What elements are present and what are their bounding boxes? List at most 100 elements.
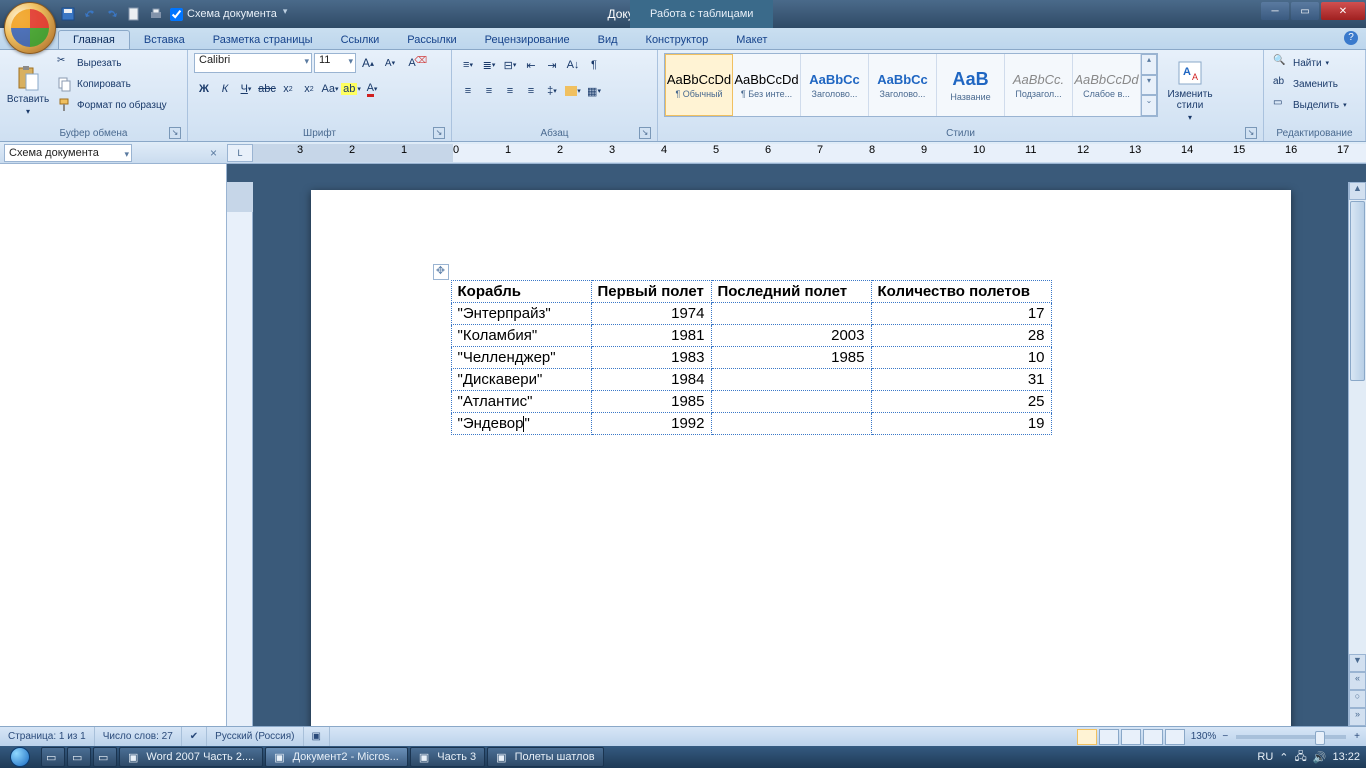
table-cell[interactable] xyxy=(711,391,871,413)
table-header[interactable]: Первый полет xyxy=(591,281,711,303)
italic-button[interactable]: К xyxy=(215,79,235,99)
align-center-button[interactable]: ≡ xyxy=(479,81,499,101)
tab-insert[interactable]: Вставка xyxy=(130,31,199,49)
borders-button[interactable]: ▦▾ xyxy=(584,81,604,101)
start-button[interactable] xyxy=(0,746,40,768)
status-macro[interactable]: ▣ xyxy=(304,727,330,746)
tray-volume-icon[interactable]: 🔊 xyxy=(1313,751,1327,764)
table-cell[interactable]: "Челленджер" xyxy=(451,347,591,369)
table-row[interactable]: "Челленджер"1983198510 xyxy=(451,347,1051,369)
paragraph-launcher[interactable]: ↘ xyxy=(639,127,651,139)
taskbar-quick-launch[interactable]: ▭ xyxy=(93,747,117,767)
paste-button[interactable]: Вставить ▾ xyxy=(6,53,50,127)
style-item[interactable]: AaBbCcDd¶ Обычный xyxy=(665,54,733,116)
table-cell[interactable]: "Энтерпрайз" xyxy=(451,303,591,325)
highlight-button[interactable]: ab▾ xyxy=(341,79,361,99)
table-header[interactable]: Количество полетов xyxy=(871,281,1051,303)
tab-mailings[interactable]: Рассылки xyxy=(393,31,470,49)
redo-icon[interactable] xyxy=(104,6,120,22)
status-page[interactable]: Страница: 1 из 1 xyxy=(0,727,95,746)
taskbar-quick-launch[interactable]: ▭ xyxy=(67,747,91,767)
table-cell[interactable]: 10 xyxy=(871,347,1051,369)
table-cell[interactable]: 2003 xyxy=(711,325,871,347)
maximize-button[interactable]: ▭ xyxy=(1291,2,1319,20)
style-item[interactable]: AaBbCcDd¶ Без инте... xyxy=(733,54,801,116)
style-item[interactable]: АаВНазвание xyxy=(937,54,1005,116)
scroll-down-button[interactable]: ▼ xyxy=(1349,654,1366,672)
tab-view[interactable]: Вид xyxy=(584,31,632,49)
grow-font-button[interactable]: A▴ xyxy=(358,53,378,73)
new-icon[interactable] xyxy=(126,6,142,22)
find-button[interactable]: 🔍Найти▾ xyxy=(1270,53,1350,73)
table-row[interactable]: "Энтерпрайз"197417 xyxy=(451,303,1051,325)
font-size-combo[interactable]: 11 xyxy=(314,53,356,73)
quick-print-icon[interactable] xyxy=(148,6,164,22)
zoom-out-button[interactable]: − xyxy=(1222,731,1228,742)
table-cell[interactable]: 28 xyxy=(871,325,1051,347)
style-item[interactable]: AaBbCcЗаголово... xyxy=(869,54,937,116)
increase-indent-button[interactable]: ⇥ xyxy=(542,55,562,75)
page-scroll[interactable]: КорабльПервый полетПоследний полетКоличе… xyxy=(253,182,1348,726)
table-cell[interactable] xyxy=(711,303,871,325)
view-web-layout-button[interactable] xyxy=(1121,729,1141,745)
document-table[interactable]: КорабльПервый полетПоследний полетКоличе… xyxy=(451,280,1052,435)
tab-selector[interactable]: L xyxy=(227,144,253,162)
taskbar-item[interactable]: ▣Документ2 - Micros... xyxy=(265,747,408,767)
tab-table-layout[interactable]: Макет xyxy=(722,31,781,49)
view-full-screen-button[interactable] xyxy=(1099,729,1119,745)
subscript-button[interactable]: x2 xyxy=(278,79,298,99)
decrease-indent-button[interactable]: ⇤ xyxy=(521,55,541,75)
help-icon[interactable]: ? xyxy=(1344,31,1358,45)
table-cell[interactable]: "Эндевор" xyxy=(451,413,591,435)
font-launcher[interactable]: ↘ xyxy=(433,127,445,139)
clipboard-launcher[interactable]: ↘ xyxy=(169,127,181,139)
replace-button[interactable]: abЗаменить xyxy=(1270,74,1350,94)
tab-page-layout[interactable]: Разметка страницы xyxy=(199,31,327,49)
undo-icon[interactable] xyxy=(82,6,98,22)
vertical-ruler[interactable] xyxy=(227,182,253,726)
table-cell[interactable]: 19 xyxy=(871,413,1051,435)
bold-button[interactable]: Ж xyxy=(194,79,214,99)
table-header[interactable]: Последний полет xyxy=(711,281,871,303)
gallery-scroll-button[interactable]: ▴ xyxy=(1141,54,1157,75)
taskbar-quick-launch[interactable]: ▭ xyxy=(41,747,65,767)
bullets-button[interactable]: ≡▾ xyxy=(458,55,478,75)
copy-button[interactable]: Копировать xyxy=(54,74,170,94)
shrink-font-button[interactable]: A▾ xyxy=(380,53,400,73)
status-words[interactable]: Число слов: 27 xyxy=(95,727,182,746)
justify-button[interactable]: ≡ xyxy=(521,81,541,101)
scroll-thumb[interactable] xyxy=(1350,201,1365,381)
table-cell[interactable] xyxy=(711,369,871,391)
table-cell[interactable]: 1992 xyxy=(591,413,711,435)
tray-clock[interactable]: 13:22 xyxy=(1332,751,1360,763)
taskbar-item[interactable]: ▣Полеты шатлов xyxy=(487,747,603,767)
table-cell[interactable]: 1984 xyxy=(591,369,711,391)
show-marks-button[interactable]: ¶ xyxy=(584,55,604,75)
align-right-button[interactable]: ≡ xyxy=(500,81,520,101)
table-cell[interactable] xyxy=(711,413,871,435)
gallery-scroll-button[interactable]: ⌄ xyxy=(1141,95,1157,116)
scroll-up-button[interactable]: ▲ xyxy=(1349,182,1366,200)
table-cell[interactable]: 17 xyxy=(871,303,1051,325)
taskbar-item[interactable]: ▣Word 2007 Часть 2.... xyxy=(119,747,263,767)
tray-icon[interactable]: ⌃ xyxy=(1279,751,1288,764)
table-row[interactable]: "Дискавери"198431 xyxy=(451,369,1051,391)
zoom-level[interactable]: 130% xyxy=(1191,731,1217,742)
change-case-button[interactable]: Aa▾ xyxy=(320,79,340,99)
styles-launcher[interactable]: ↘ xyxy=(1245,127,1257,139)
table-cell[interactable]: 25 xyxy=(871,391,1051,413)
table-cell[interactable]: "Атлантис" xyxy=(451,391,591,413)
style-item[interactable]: AaBbCcЗаголово... xyxy=(801,54,869,116)
tray-language[interactable]: RU xyxy=(1257,751,1273,763)
cut-button[interactable]: ✂Вырезать xyxy=(54,53,170,73)
change-styles-button[interactable]: AA Изменить стили ▾ xyxy=(1162,53,1218,127)
document-map-pane[interactable] xyxy=(0,164,227,726)
sort-button[interactable]: A↓ xyxy=(563,55,583,75)
table-row[interactable]: "Эндевор"1992 19 xyxy=(451,413,1051,435)
nav-pane-close[interactable]: × xyxy=(206,146,221,160)
view-draft-button[interactable] xyxy=(1165,729,1185,745)
table-row[interactable]: "Атлантис"198525 xyxy=(451,391,1051,413)
document-map-checkbox[interactable] xyxy=(170,8,183,21)
table-row[interactable]: "Коламбия"1981200328 xyxy=(451,325,1051,347)
table-cell[interactable]: "Коламбия" xyxy=(451,325,591,347)
